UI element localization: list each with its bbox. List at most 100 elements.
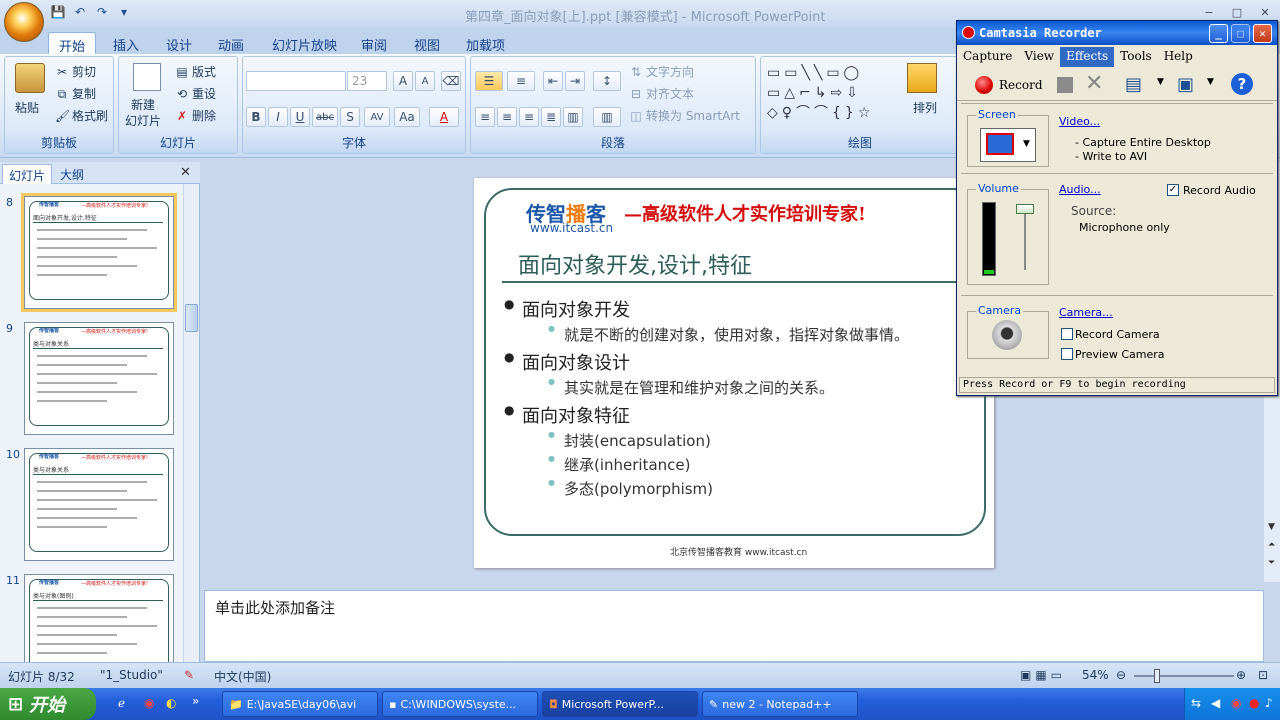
panel-scrollbar[interactable]: [183, 184, 199, 662]
screen-select-icon[interactable]: ▤: [1125, 74, 1142, 95]
video-link[interactable]: Video...: [1059, 115, 1100, 128]
close-button[interactable]: ✕: [1252, 3, 1278, 21]
shrink-font-button[interactable]: A: [415, 71, 435, 91]
close-panel-icon[interactable]: ✕: [180, 165, 191, 180]
tab-outline[interactable]: 大纲: [54, 164, 90, 184]
minimize-button[interactable]: −: [1196, 3, 1222, 21]
menu-view[interactable]: View: [1018, 47, 1060, 67]
tab-animation[interactable]: 动画: [208, 32, 254, 54]
preview-camera-checkbox[interactable]: [1061, 348, 1073, 360]
slide-thumbnail[interactable]: 传智播客 —高级软件人才实作培训专家! 类与对象关系: [24, 322, 174, 435]
font-color-button[interactable]: A: [429, 107, 459, 127]
char-spacing-button[interactable]: AV: [364, 107, 390, 127]
audio-link[interactable]: Audio...: [1059, 183, 1101, 196]
camtasia-close-button[interactable]: ✕: [1253, 24, 1272, 43]
help-icon[interactable]: ?: [1231, 73, 1253, 95]
save-icon[interactable]: 💾: [50, 4, 66, 20]
decrease-indent-button[interactable]: ⇤: [543, 71, 563, 91]
screen-dropdown-icon[interactable]: ▼: [1157, 77, 1164, 87]
distribute-button[interactable]: ▥: [563, 107, 583, 127]
arrange-button[interactable]: 排列: [913, 99, 937, 116]
bold-button[interactable]: B: [246, 107, 266, 127]
text-direction-button[interactable]: ⇅ 文字方向: [629, 63, 694, 80]
format-painter-button[interactable]: 🖌 格式刷: [55, 107, 108, 124]
volume-slider-thumb[interactable]: [1016, 204, 1034, 214]
increase-indent-button[interactable]: ⇥: [565, 71, 585, 91]
line-spacing-button[interactable]: ↕: [593, 71, 621, 91]
next-slide-icon[interactable]: ⏷: [1268, 558, 1275, 568]
new-slide-button[interactable]: 新建 幻灯片: [125, 97, 161, 129]
underline-button[interactable]: U: [290, 107, 310, 127]
new-slide-icon[interactable]: [133, 63, 161, 91]
tab-insert[interactable]: 插入: [103, 32, 149, 54]
quicklaunch-app-icon[interactable]: ◐: [166, 696, 176, 710]
change-case-button[interactable]: Aa: [394, 107, 420, 127]
align-left-button[interactable]: ≡: [475, 107, 495, 127]
convert-smartart-button[interactable]: ◫ 转换为 SmartArt: [629, 107, 740, 124]
reset-button[interactable]: ⟲ 重设: [175, 85, 216, 102]
italic-button[interactable]: I: [268, 107, 288, 127]
delete-recording-icon[interactable]: ✕: [1085, 71, 1103, 96]
delete-button[interactable]: ✗ 删除: [175, 107, 216, 124]
font-size-select[interactable]: 23: [347, 71, 387, 91]
view-buttons[interactable]: ▣▦▭: [1020, 668, 1066, 682]
slide-thumbnail[interactable]: 传智播客 —高级软件人才实作培训专家! 类与对象关系: [24, 448, 174, 561]
tab-home[interactable]: 开始: [48, 32, 97, 55]
redo-icon[interactable]: ↷: [94, 4, 110, 20]
bullets-button[interactable]: ☰: [475, 71, 503, 91]
menu-capture[interactable]: Capture: [957, 47, 1018, 67]
strikethrough-button[interactable]: abc: [312, 107, 338, 127]
volume-icon[interactable]: ♪: [1265, 696, 1273, 710]
quicklaunch-camtasia-icon[interactable]: ◉: [144, 696, 154, 710]
panel-scroll-thumb[interactable]: [185, 304, 198, 332]
zoom-slider-thumb[interactable]: [1154, 669, 1160, 683]
tray-camtasia-icon[interactable]: ◉: [1231, 696, 1241, 710]
align-center-button[interactable]: ≡: [497, 107, 517, 127]
start-button[interactable]: ⊞ 开始: [0, 688, 96, 720]
quicklaunch-ie-icon[interactable]: ℯ: [118, 696, 125, 710]
camtasia-minimize-button[interactable]: _: [1209, 24, 1228, 43]
record-camera-checkbox[interactable]: [1061, 328, 1073, 340]
camtasia-maximize-button[interactable]: □: [1231, 24, 1250, 43]
current-slide[interactable]: 传智播客 www.itcast.cn —高级软件人才实作培训专家! 面向对象开发…: [474, 178, 994, 568]
taskbar-item-explorer[interactable]: 📁 E:\JavaSE\day06\avi: [222, 691, 378, 717]
zoom-level[interactable]: 54%: [1082, 668, 1109, 682]
slide-thumbnail[interactable]: 传智播客 —高级软件人才实作培训专家! 面向对象开发,设计,特征: [21, 193, 177, 312]
layout-button[interactable]: ▤ 版式: [175, 63, 216, 80]
network-icon[interactable]: ⇆: [1191, 696, 1201, 710]
tray-arrow-icon[interactable]: ◀: [1211, 696, 1220, 710]
tray-record-icon[interactable]: ●: [1249, 696, 1259, 710]
record-button[interactable]: Record: [999, 78, 1043, 92]
menu-help[interactable]: Help: [1158, 47, 1199, 67]
record-icon[interactable]: [975, 76, 993, 94]
zoom-out-icon[interactable]: ⊖: [1116, 668, 1126, 682]
shadow-button[interactable]: S: [340, 107, 360, 127]
tab-design[interactable]: 设计: [156, 32, 202, 54]
customize-qat-icon[interactable]: ▾: [116, 4, 132, 20]
tab-view[interactable]: 视图: [404, 32, 450, 54]
justify-button[interactable]: ≣: [541, 107, 561, 127]
numbering-button[interactable]: ≡: [507, 71, 535, 91]
scroll-down-icon[interactable]: ▼: [1268, 522, 1275, 532]
camera-link[interactable]: Camera...: [1059, 306, 1113, 319]
screen-select-button[interactable]: ▼: [980, 128, 1036, 162]
clear-format-button[interactable]: ⌫: [441, 71, 461, 91]
tab-addins[interactable]: 加载项: [456, 32, 515, 54]
taskbar-item-cmd[interactable]: ▪ C:\WINDOWS\syste...: [382, 691, 538, 717]
menu-tools[interactable]: Tools: [1114, 47, 1158, 67]
copy-button[interactable]: ⧉ 复制: [55, 85, 96, 102]
fit-to-window-icon[interactable]: ⊡: [1258, 668, 1268, 682]
taskbar-item-notepadpp[interactable]: ✎ new 2 - Notepad++: [702, 691, 858, 717]
paste-button[interactable]: 粘贴: [15, 99, 39, 116]
zoom-in-icon[interactable]: ⊕: [1236, 668, 1246, 682]
stop-icon[interactable]: [1057, 77, 1073, 93]
tab-review[interactable]: 审阅: [351, 32, 397, 54]
effects-icon[interactable]: ▣: [1177, 74, 1194, 95]
align-text-button[interactable]: ⊟ 对齐文本: [629, 85, 694, 102]
cut-button[interactable]: ✂ 剪切: [55, 63, 96, 80]
quicklaunch-more-icon[interactable]: »: [192, 694, 199, 708]
columns-button[interactable]: ▥: [593, 107, 621, 127]
tab-slides[interactable]: 幻灯片: [2, 164, 53, 184]
tab-slideshow[interactable]: 幻灯片放映: [262, 32, 347, 54]
font-name-select[interactable]: [246, 71, 346, 91]
